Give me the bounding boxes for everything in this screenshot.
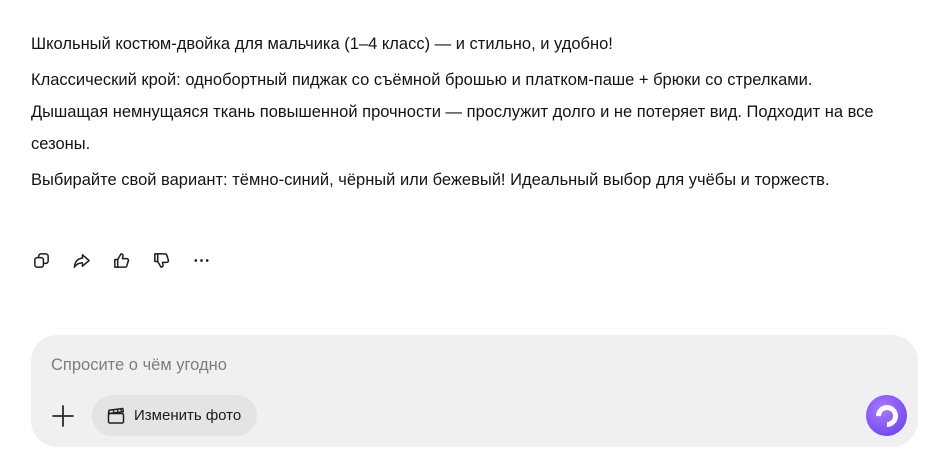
change-photo-chip[interactable]: Изменить фото: [92, 395, 258, 436]
copy-icon: [33, 252, 49, 268]
thumbs-down-icon: [153, 252, 169, 268]
message-paragraph-1: Школьный костюм-двойка для мальчика (1–4…: [31, 35, 613, 53]
dislike-button[interactable]: [148, 247, 174, 273]
assistant-message: Школьный костюм-двойка для мальчика (1–4…: [31, 28, 891, 200]
prompt-input[interactable]: [51, 351, 831, 379]
plus-icon: [52, 405, 74, 427]
message-paragraph-3: Выбирайте свой вариант: тёмно-синий, чёр…: [31, 171, 830, 189]
message-actions: [28, 247, 214, 273]
share-icon: [73, 253, 90, 268]
alice-voice-button[interactable]: [866, 395, 907, 436]
more-icon: [193, 258, 209, 262]
like-button[interactable]: [108, 247, 134, 273]
message-paragraph-2: Классический крой: однобортный пиджак со…: [31, 71, 874, 153]
more-button[interactable]: [188, 247, 214, 273]
alice-icon: [870, 399, 903, 432]
copy-button[interactable]: [28, 247, 54, 273]
share-button[interactable]: [68, 247, 94, 273]
composer: Изменить фото: [31, 335, 918, 447]
thumbs-up-icon: [113, 252, 129, 268]
change-photo-label: Изменить фото: [134, 407, 242, 424]
clapperboard-icon: [107, 407, 125, 424]
attach-button[interactable]: [49, 402, 77, 430]
